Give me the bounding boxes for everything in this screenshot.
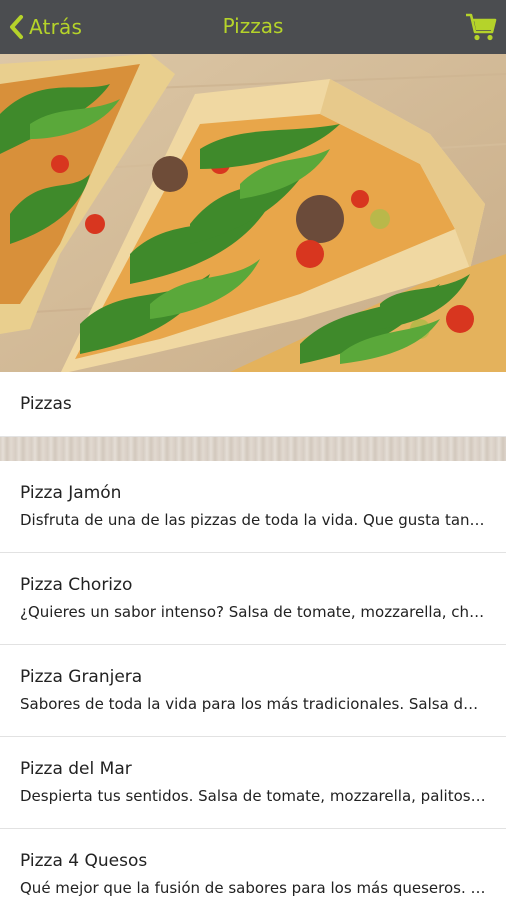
list-item[interactable]: Pizza Granjera Sabores de toda la vida p…: [0, 645, 506, 737]
list-item[interactable]: Pizza Jamón Disfruta de una de las pizza…: [0, 461, 506, 553]
item-description: Sabores de toda la vida para los más tra…: [20, 695, 486, 713]
item-description: Disfruta de una de las pizzas de toda la…: [20, 511, 486, 529]
list-item[interactable]: Pizza 4 Quesos Qué mejor que la fusión d…: [0, 829, 506, 920]
pizza-photo: [0, 54, 506, 372]
back-label: Atrás: [29, 15, 83, 39]
category-row[interactable]: Pizzas: [0, 372, 506, 437]
category-label: Pizzas: [20, 394, 72, 414]
back-button[interactable]: Atrás: [8, 12, 82, 42]
product-list: Pizza Jamón Disfruta de una de las pizza…: [0, 461, 506, 920]
item-name: Pizza 4 Quesos: [20, 851, 148, 871]
top-app-bar: Atrás Pizzas: [0, 0, 506, 54]
item-description: ¿Quieres un sabor intenso? Salsa de toma…: [20, 603, 486, 621]
item-name: Pizza del Mar: [20, 759, 132, 779]
section-divider: [0, 437, 506, 461]
item-name: Pizza Jamón: [20, 483, 122, 503]
shopping-cart-icon[interactable]: [464, 10, 498, 44]
list-item[interactable]: Pizza del Mar Despierta tus sentidos. Sa…: [0, 737, 506, 829]
list-item[interactable]: Pizza Chorizo ¿Quieres un sabor intenso?…: [0, 553, 506, 645]
chevron-left-icon: [8, 14, 24, 40]
item-name: Pizza Granjera: [20, 667, 143, 687]
item-description: Despierta tus sentidos. Salsa de tomate,…: [20, 787, 486, 805]
item-name: Pizza Chorizo: [20, 575, 133, 595]
item-description: Qué mejor que la fusión de sabores para …: [20, 879, 486, 897]
hero-image: [0, 54, 506, 372]
